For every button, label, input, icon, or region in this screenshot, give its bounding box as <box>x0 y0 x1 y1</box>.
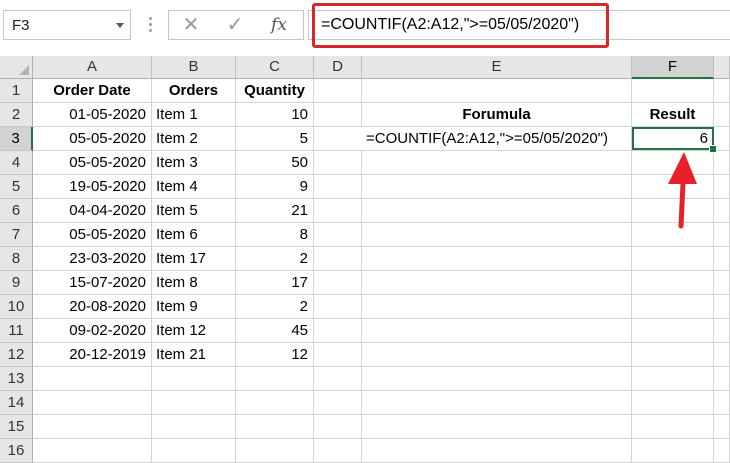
red-arrow-icon <box>668 152 697 229</box>
